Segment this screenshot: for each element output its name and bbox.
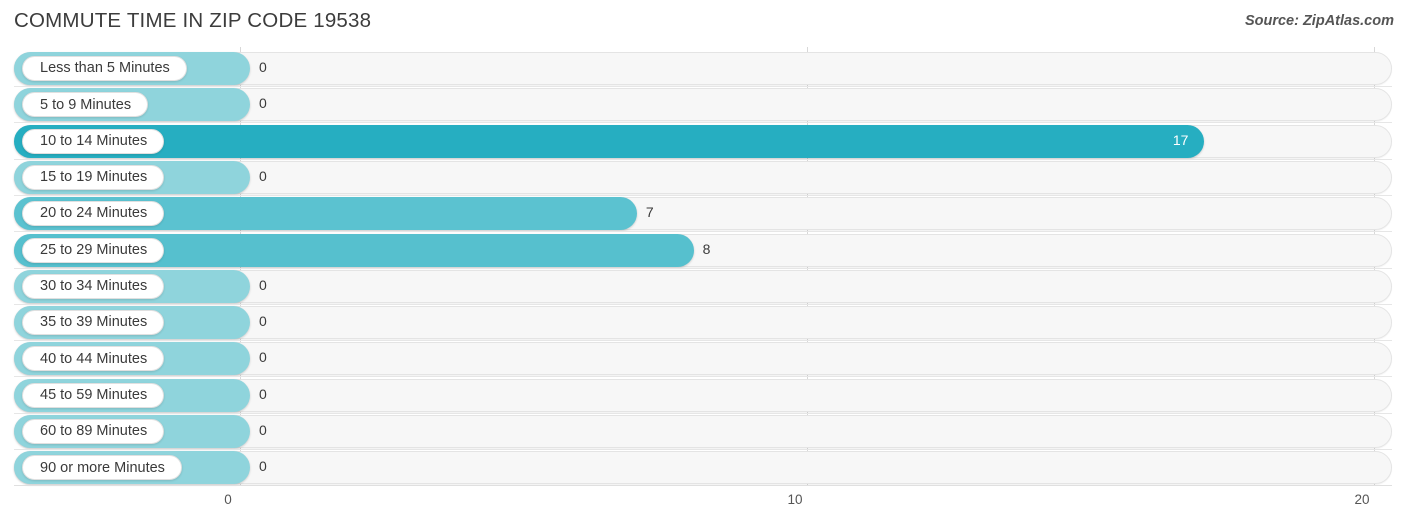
- category-label-pill: 40 to 44 Minutes: [22, 346, 165, 372]
- bar-value-label: 17: [1172, 131, 1189, 148]
- x-axis: 0 10 20: [0, 485, 1406, 522]
- category-label: 45 to 59 Minutes: [40, 386, 148, 403]
- bar-value-label: 0: [259, 422, 267, 438]
- chart-row: 90 or more Minutes 0: [0, 451, 1406, 487]
- row-separator: [14, 158, 1392, 160]
- category-label-pill: 60 to 89 Minutes: [22, 419, 165, 444]
- category-label: 60 to 89 Minutes: [40, 423, 148, 440]
- category-label: 5 to 9 Minutes: [40, 96, 132, 113]
- chart-row: 25 to 29 Minutes 8: [0, 233, 1406, 269]
- chart-row: 60 to 89 Minutes 0: [0, 415, 1406, 450]
- chart-row: 15 to 19 Minutes 0: [0, 160, 1406, 196]
- category-label-pill: 10 to 14 Minutes: [22, 128, 165, 154]
- source-attribution: Source: ZipAtlas.com: [1244, 13, 1394, 29]
- bar-value-label: 0: [259, 349, 267, 366]
- chart-row: 45 to 59 Minutes 0: [0, 378, 1406, 414]
- category-label-pill: 25 to 29 Minutes: [22, 237, 165, 263]
- row-separator: [14, 122, 1392, 124]
- category-label-pill: Less than 5 Minutes: [22, 56, 187, 81]
- category-label-pill: 20 to 24 Minutes: [22, 201, 165, 227]
- row-separator: [14, 194, 1392, 196]
- category-label: 30 to 34 Minutes: [40, 278, 148, 295]
- row-separator: [14, 86, 1392, 87]
- chart-row: 20 to 24 Minutes 7: [0, 197, 1406, 233]
- category-label: 40 to 44 Minutes: [40, 350, 148, 367]
- category-label-pill: 90 or more Minutes: [22, 455, 182, 481]
- chart-row: 5 to 9 Minutes 0: [0, 88, 1406, 124]
- category-label: 35 to 39 Minutes: [40, 314, 148, 331]
- category-label: 15 to 19 Minutes: [40, 169, 148, 186]
- chart-row: 35 to 39 Minutes 0: [0, 306, 1406, 342]
- bar-value-label: 0: [259, 458, 267, 475]
- bar-value-label: 0: [259, 59, 267, 75]
- chart-row: 10 to 14 Minutes 17: [0, 124, 1406, 160]
- x-axis-tick-label: 0: [224, 492, 232, 507]
- axis-top-rule: [14, 485, 1392, 486]
- bar-value-label: 0: [259, 276, 267, 293]
- category-label: 25 to 29 Minutes: [40, 241, 148, 258]
- category-label: 90 or more Minutes: [40, 459, 165, 476]
- row-separator: [14, 412, 1392, 414]
- row-separator: [14, 267, 1392, 269]
- row-separator: [14, 303, 1392, 305]
- bar-chart-plot-area: Less than 5 Minutes 0 5 to 9 Minutes 0 10 to…: [0, 47, 1406, 487]
- row-separator: [14, 449, 1392, 450]
- category-label-pill: 15 to 19 Minutes: [22, 164, 165, 190]
- page-title: COMMUTE TIME IN ZIP CODE 19538: [14, 9, 372, 32]
- category-label-pill: 30 to 34 Minutes: [22, 273, 165, 299]
- bar-value-label: 7: [645, 204, 654, 221]
- row-separator: [14, 376, 1392, 378]
- value-bar[interactable]: [14, 124, 1204, 158]
- bar-value-label: 0: [259, 167, 267, 184]
- bar-value-label: 0: [259, 95, 267, 112]
- x-axis-tick-label: 20: [1354, 492, 1370, 507]
- row-separator: [14, 340, 1392, 342]
- row-separator: [14, 231, 1392, 233]
- chart-row: Less than 5 Minutes 0: [0, 52, 1406, 87]
- bar-value-label: 0: [259, 385, 267, 402]
- category-label: 20 to 24 Minutes: [40, 205, 148, 222]
- chart-row: 30 to 34 Minutes 0: [0, 269, 1406, 305]
- bar-value-label: 8: [702, 240, 711, 257]
- category-label-pill: 45 to 59 Minutes: [22, 382, 165, 408]
- category-label: Less than 5 Minutes: [40, 60, 170, 77]
- category-label-pill: 5 to 9 Minutes: [22, 92, 149, 118]
- bar-value-label: 0: [259, 313, 267, 330]
- category-label-pill: 35 to 39 Minutes: [22, 310, 165, 336]
- chart-row: 40 to 44 Minutes 0: [0, 342, 1406, 378]
- category-label: 10 to 14 Minutes: [40, 132, 148, 149]
- chart-header: COMMUTE TIME IN ZIP CODE 19538 Source: Z…: [0, 0, 1406, 46]
- x-axis-tick-label: 10: [787, 492, 803, 507]
